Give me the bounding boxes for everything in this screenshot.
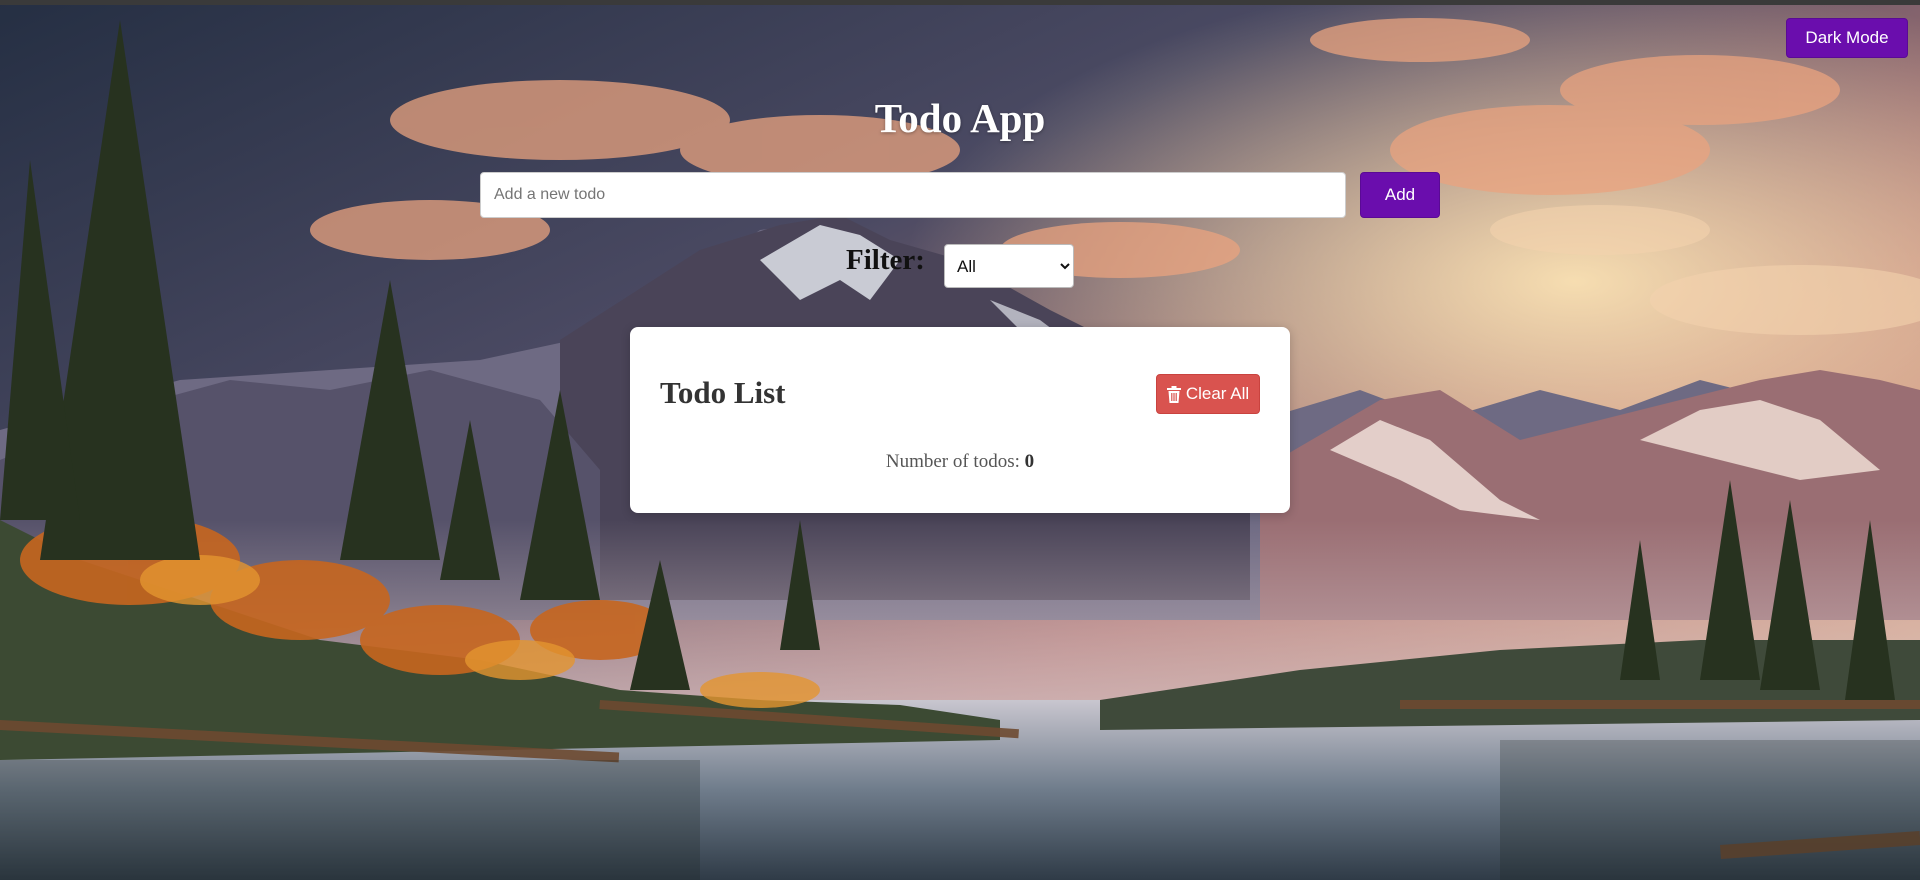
clear-all-button[interactable]: Clear All xyxy=(1156,374,1260,414)
clear-all-label: Clear All xyxy=(1185,384,1250,403)
todo-count-label: Number of todos: xyxy=(885,451,1020,472)
filter-label: Filter: xyxy=(846,244,925,276)
browser-top-edge xyxy=(0,0,1920,5)
todo-list-title: Todo List xyxy=(660,375,786,410)
add-todo-button[interactable]: Add xyxy=(1360,172,1440,218)
todo-list-card: Todo List Clear All Number of todos: 0 xyxy=(630,327,1290,513)
page-title: Todo App xyxy=(874,95,1046,141)
new-todo-input[interactable] xyxy=(480,172,1346,218)
todo-count: Number of todos: 0 xyxy=(630,451,1290,473)
filter-select[interactable]: All xyxy=(944,244,1074,288)
todo-count-value: 0 xyxy=(1024,451,1035,472)
dark-mode-button[interactable]: Dark Mode xyxy=(1786,18,1908,58)
trash-icon xyxy=(1166,385,1181,403)
